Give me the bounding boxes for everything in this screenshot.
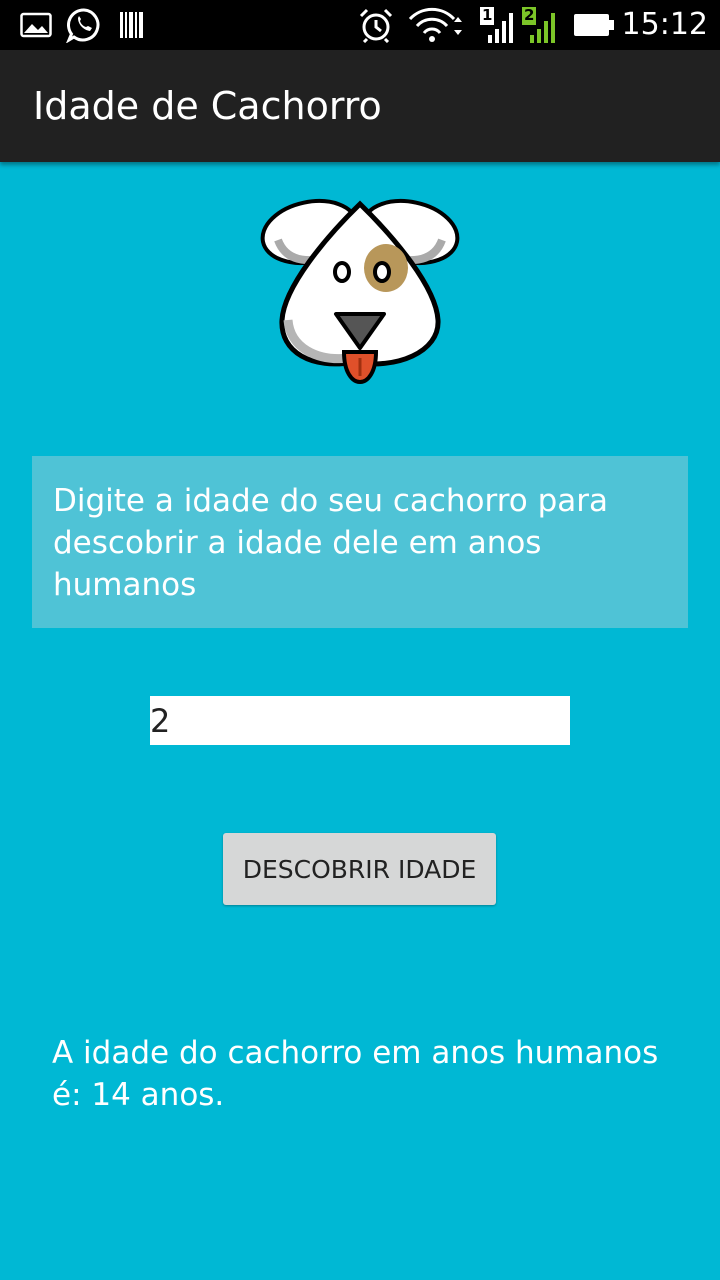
barcode-icon [118, 0, 146, 50]
dog-logo [260, 199, 460, 384]
alarm-icon [356, 0, 396, 50]
result-text: A idade do cachorro em anos humanos é: 1… [52, 1035, 659, 1113]
status-bar: 1 2 15:12 [0, 0, 720, 50]
app-title: Idade de Cachorro [33, 84, 382, 128]
whatsapp-icon [66, 0, 102, 50]
battery-icon [572, 0, 616, 50]
discover-age-button[interactable]: DESCOBRIR IDADE [223, 833, 496, 905]
instruction-text: Digite a idade do seu cachorro para desc… [53, 483, 609, 603]
gallery-icon [20, 0, 52, 50]
instruction-box: Digite a idade do seu cachorro para desc… [32, 456, 688, 628]
wifi-icon [408, 0, 466, 50]
action-bar: Idade de Cachorro [0, 50, 720, 162]
sim2-label: 2 [524, 6, 535, 24]
status-clock: 15:12 [621, 7, 708, 42]
main-content: Digite a idade do seu cachorro para desc… [0, 162, 720, 1280]
sim1-label: 1 [482, 6, 493, 24]
dog-age-input[interactable] [150, 696, 570, 745]
